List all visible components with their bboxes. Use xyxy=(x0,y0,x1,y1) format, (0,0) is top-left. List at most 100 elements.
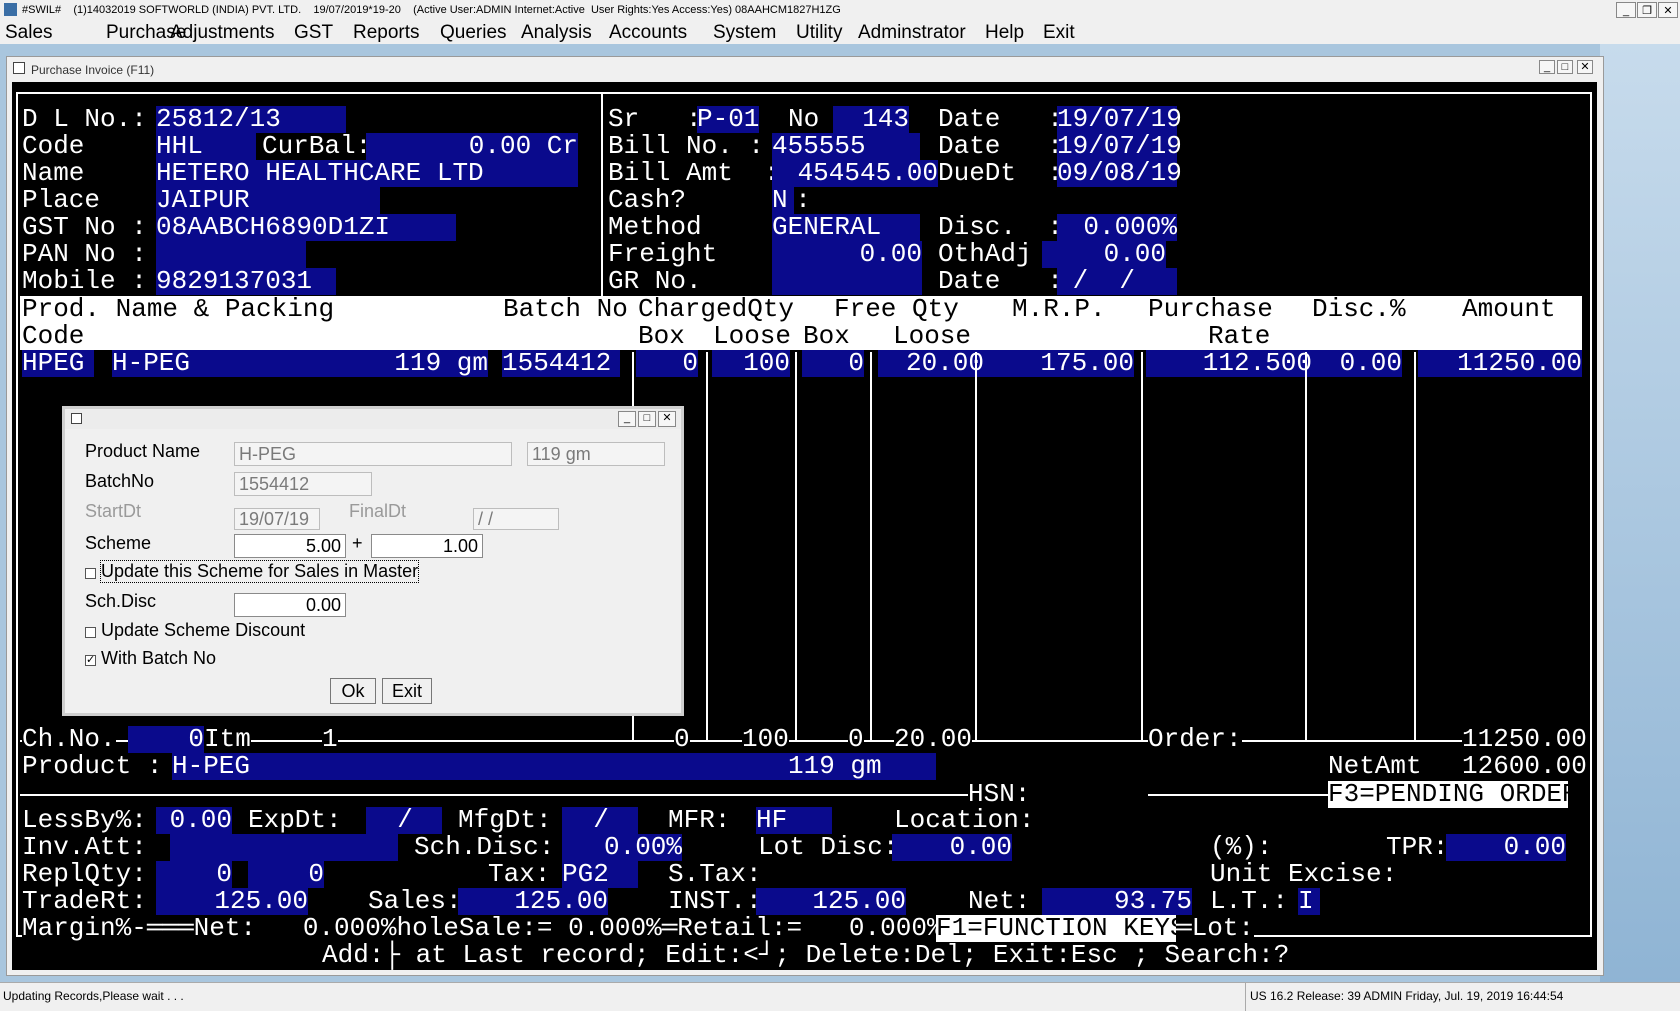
row-amount[interactable]: 11250.00 xyxy=(1418,350,1582,377)
mfr-field[interactable]: HF xyxy=(756,807,832,834)
schdisc-input[interactable]: 0.00 xyxy=(234,593,346,617)
dialog-minimize-button[interactable]: _ xyxy=(618,411,636,427)
row-code[interactable]: HPEG xyxy=(22,350,94,377)
lotdisc-field[interactable]: 0.00 xyxy=(892,834,1012,861)
desktop-background xyxy=(1600,44,1680,984)
duedt-field[interactable]: 09/08/19 xyxy=(1057,160,1182,187)
name-field[interactable]: HETERO HEALTHCARE LTD xyxy=(156,160,578,187)
othadj-label: OthAdj xyxy=(938,239,1032,269)
date-field[interactable]: 19/07/19 xyxy=(1057,106,1182,133)
with-batch-label[interactable]: With Batch No xyxy=(101,648,216,669)
pan-field[interactable] xyxy=(156,241,306,268)
child-maximize-button[interactable]: □ xyxy=(1557,60,1573,74)
row-charged-loose[interactable]: 100 xyxy=(712,350,790,377)
net-field[interactable]: 93.75 xyxy=(1042,888,1192,915)
minimize-button[interactable]: _ xyxy=(1616,2,1636,18)
menu-system[interactable]: System xyxy=(713,22,776,44)
sr-field[interactable]: P-01 xyxy=(697,106,759,133)
menu-help[interactable]: Help xyxy=(985,22,1024,44)
menu-sales[interactable]: Sales xyxy=(5,22,53,44)
billamt-field[interactable]: 454545.00 xyxy=(772,160,938,187)
place-field[interactable]: JAIPUR xyxy=(156,187,380,214)
menu-exit[interactable]: Exit xyxy=(1043,22,1075,44)
col-amount: Amount xyxy=(1462,294,1556,324)
netamt-value: 12600.00 xyxy=(1462,751,1587,781)
mobile-label: Mobile : xyxy=(22,266,147,296)
pending-order-key[interactable]: F3=PENDING ORDER xyxy=(1328,781,1578,808)
lessby-field[interactable]: 0.00 xyxy=(156,807,232,834)
update-disc-label[interactable]: Update Scheme Discount xyxy=(101,620,305,641)
mobile-field[interactable]: 9829137031 xyxy=(156,268,336,295)
row-rate[interactable]: 112.500 xyxy=(1146,350,1312,377)
update-scheme-label[interactable]: Update this Scheme for Sales in Master xyxy=(99,560,420,583)
totals-line xyxy=(20,740,1582,742)
code-field[interactable]: HHL xyxy=(156,133,256,160)
ok-button[interactable]: Ok xyxy=(330,678,376,704)
row-mrp[interactable]: 175.00 xyxy=(984,350,1134,377)
row-charged-box[interactable]: 0 xyxy=(636,350,698,377)
billno-label: Bill No. : xyxy=(608,131,765,161)
menu-gst[interactable]: GST xyxy=(294,22,333,44)
title-bar: #SWIL# (1)14032019 SOFTWORLD (INDIA) PVT… xyxy=(0,0,1680,22)
tpr-label: TPR: xyxy=(1386,832,1449,862)
sales-label: Sales: xyxy=(368,886,462,916)
row-free-loose[interactable]: 20.00 xyxy=(878,350,984,377)
hsn-label: HSN: xyxy=(968,779,1031,809)
expdt-field[interactable]: / xyxy=(366,807,442,834)
unit-excise-label: Unit Excise: xyxy=(1210,859,1398,889)
menu-reports[interactable]: Reports xyxy=(353,22,420,44)
with-batch-checkbox[interactable]: ✓ xyxy=(85,655,96,666)
billno-field[interactable]: 455555 xyxy=(772,133,920,160)
dialog-maximize-button[interactable]: □ xyxy=(638,411,656,427)
close-button[interactable]: ✕ xyxy=(1658,2,1678,18)
row-free-box[interactable]: 0 xyxy=(802,350,864,377)
sr-label: Sr : xyxy=(608,104,702,134)
date2-field[interactable]: 19/07/19 xyxy=(1057,133,1182,160)
menu-adminstrator[interactable]: Adminstrator xyxy=(858,22,966,44)
menu-utility[interactable]: Utility xyxy=(796,22,842,44)
order-label: Order: xyxy=(1148,724,1242,754)
dl-field[interactable]: 25812/13 xyxy=(156,106,346,133)
menu-adjustments[interactable]: Adjustments xyxy=(170,22,275,44)
tpr-field[interactable]: 0.00 xyxy=(1446,834,1566,861)
total-free-loose: 20.00 xyxy=(894,724,973,754)
replqty-field-2[interactable]: 0 xyxy=(248,861,324,888)
inst-field[interactable]: 125.00 xyxy=(756,888,906,915)
gst-field[interactable]: 08AABCH6890D1ZI xyxy=(156,214,456,241)
child-minimize-button[interactable]: _ xyxy=(1539,60,1555,74)
date3-field[interactable]: / / xyxy=(1057,268,1177,295)
menu-accounts[interactable]: Accounts xyxy=(609,22,687,44)
menu-analysis[interactable]: Analysis xyxy=(521,22,592,44)
freight-field[interactable]: 0.00 xyxy=(772,241,922,268)
method-field[interactable]: GENERAL xyxy=(772,214,920,241)
batch-field: 1554412 xyxy=(234,472,372,496)
function-keys[interactable]: F1=FUNCTION KEYS xyxy=(936,915,1186,942)
row-batch[interactable]: 1554412 xyxy=(502,350,620,377)
lt-field[interactable]: I xyxy=(1298,888,1320,915)
child-close-button[interactable]: ✕ xyxy=(1577,60,1593,74)
replqty-field-1[interactable]: 0 xyxy=(156,861,232,888)
disc-field[interactable]: 0.000% xyxy=(1057,214,1177,241)
scheme-qty-field[interactable]: 5.00 xyxy=(234,534,346,558)
restore-button[interactable]: ❐ xyxy=(1637,2,1657,18)
othadj-field[interactable]: 0.00 xyxy=(1042,241,1166,268)
dialog-close-button[interactable]: ✕ xyxy=(658,411,676,427)
tradert-field[interactable]: 125.00 xyxy=(156,888,308,915)
invatt-field[interactable] xyxy=(170,834,398,861)
exit-button[interactable]: Exit xyxy=(382,678,432,704)
grno-field[interactable] xyxy=(772,268,922,295)
lessby-label: LessBy%: xyxy=(22,805,147,835)
no-field[interactable]: 143 xyxy=(833,106,909,133)
update-disc-checkbox[interactable] xyxy=(85,627,96,638)
row-disc[interactable]: 0.00 xyxy=(1312,350,1402,377)
tax-field[interactable]: PG2 xyxy=(562,861,638,888)
billamt-label: Bill Amt : xyxy=(608,158,780,188)
update-scheme-checkbox[interactable] xyxy=(85,568,96,579)
mfgdt-field[interactable]: / xyxy=(562,807,638,834)
scheme-free-field[interactable]: 1.00 xyxy=(371,534,483,558)
row-name[interactable]: H-PEG xyxy=(112,350,338,377)
sales-field[interactable]: 125.00 xyxy=(458,888,608,915)
menu-queries[interactable]: Queries xyxy=(440,22,507,44)
schdisc-field[interactable]: 0.00% xyxy=(562,834,682,861)
cash-field[interactable]: N xyxy=(772,187,794,214)
